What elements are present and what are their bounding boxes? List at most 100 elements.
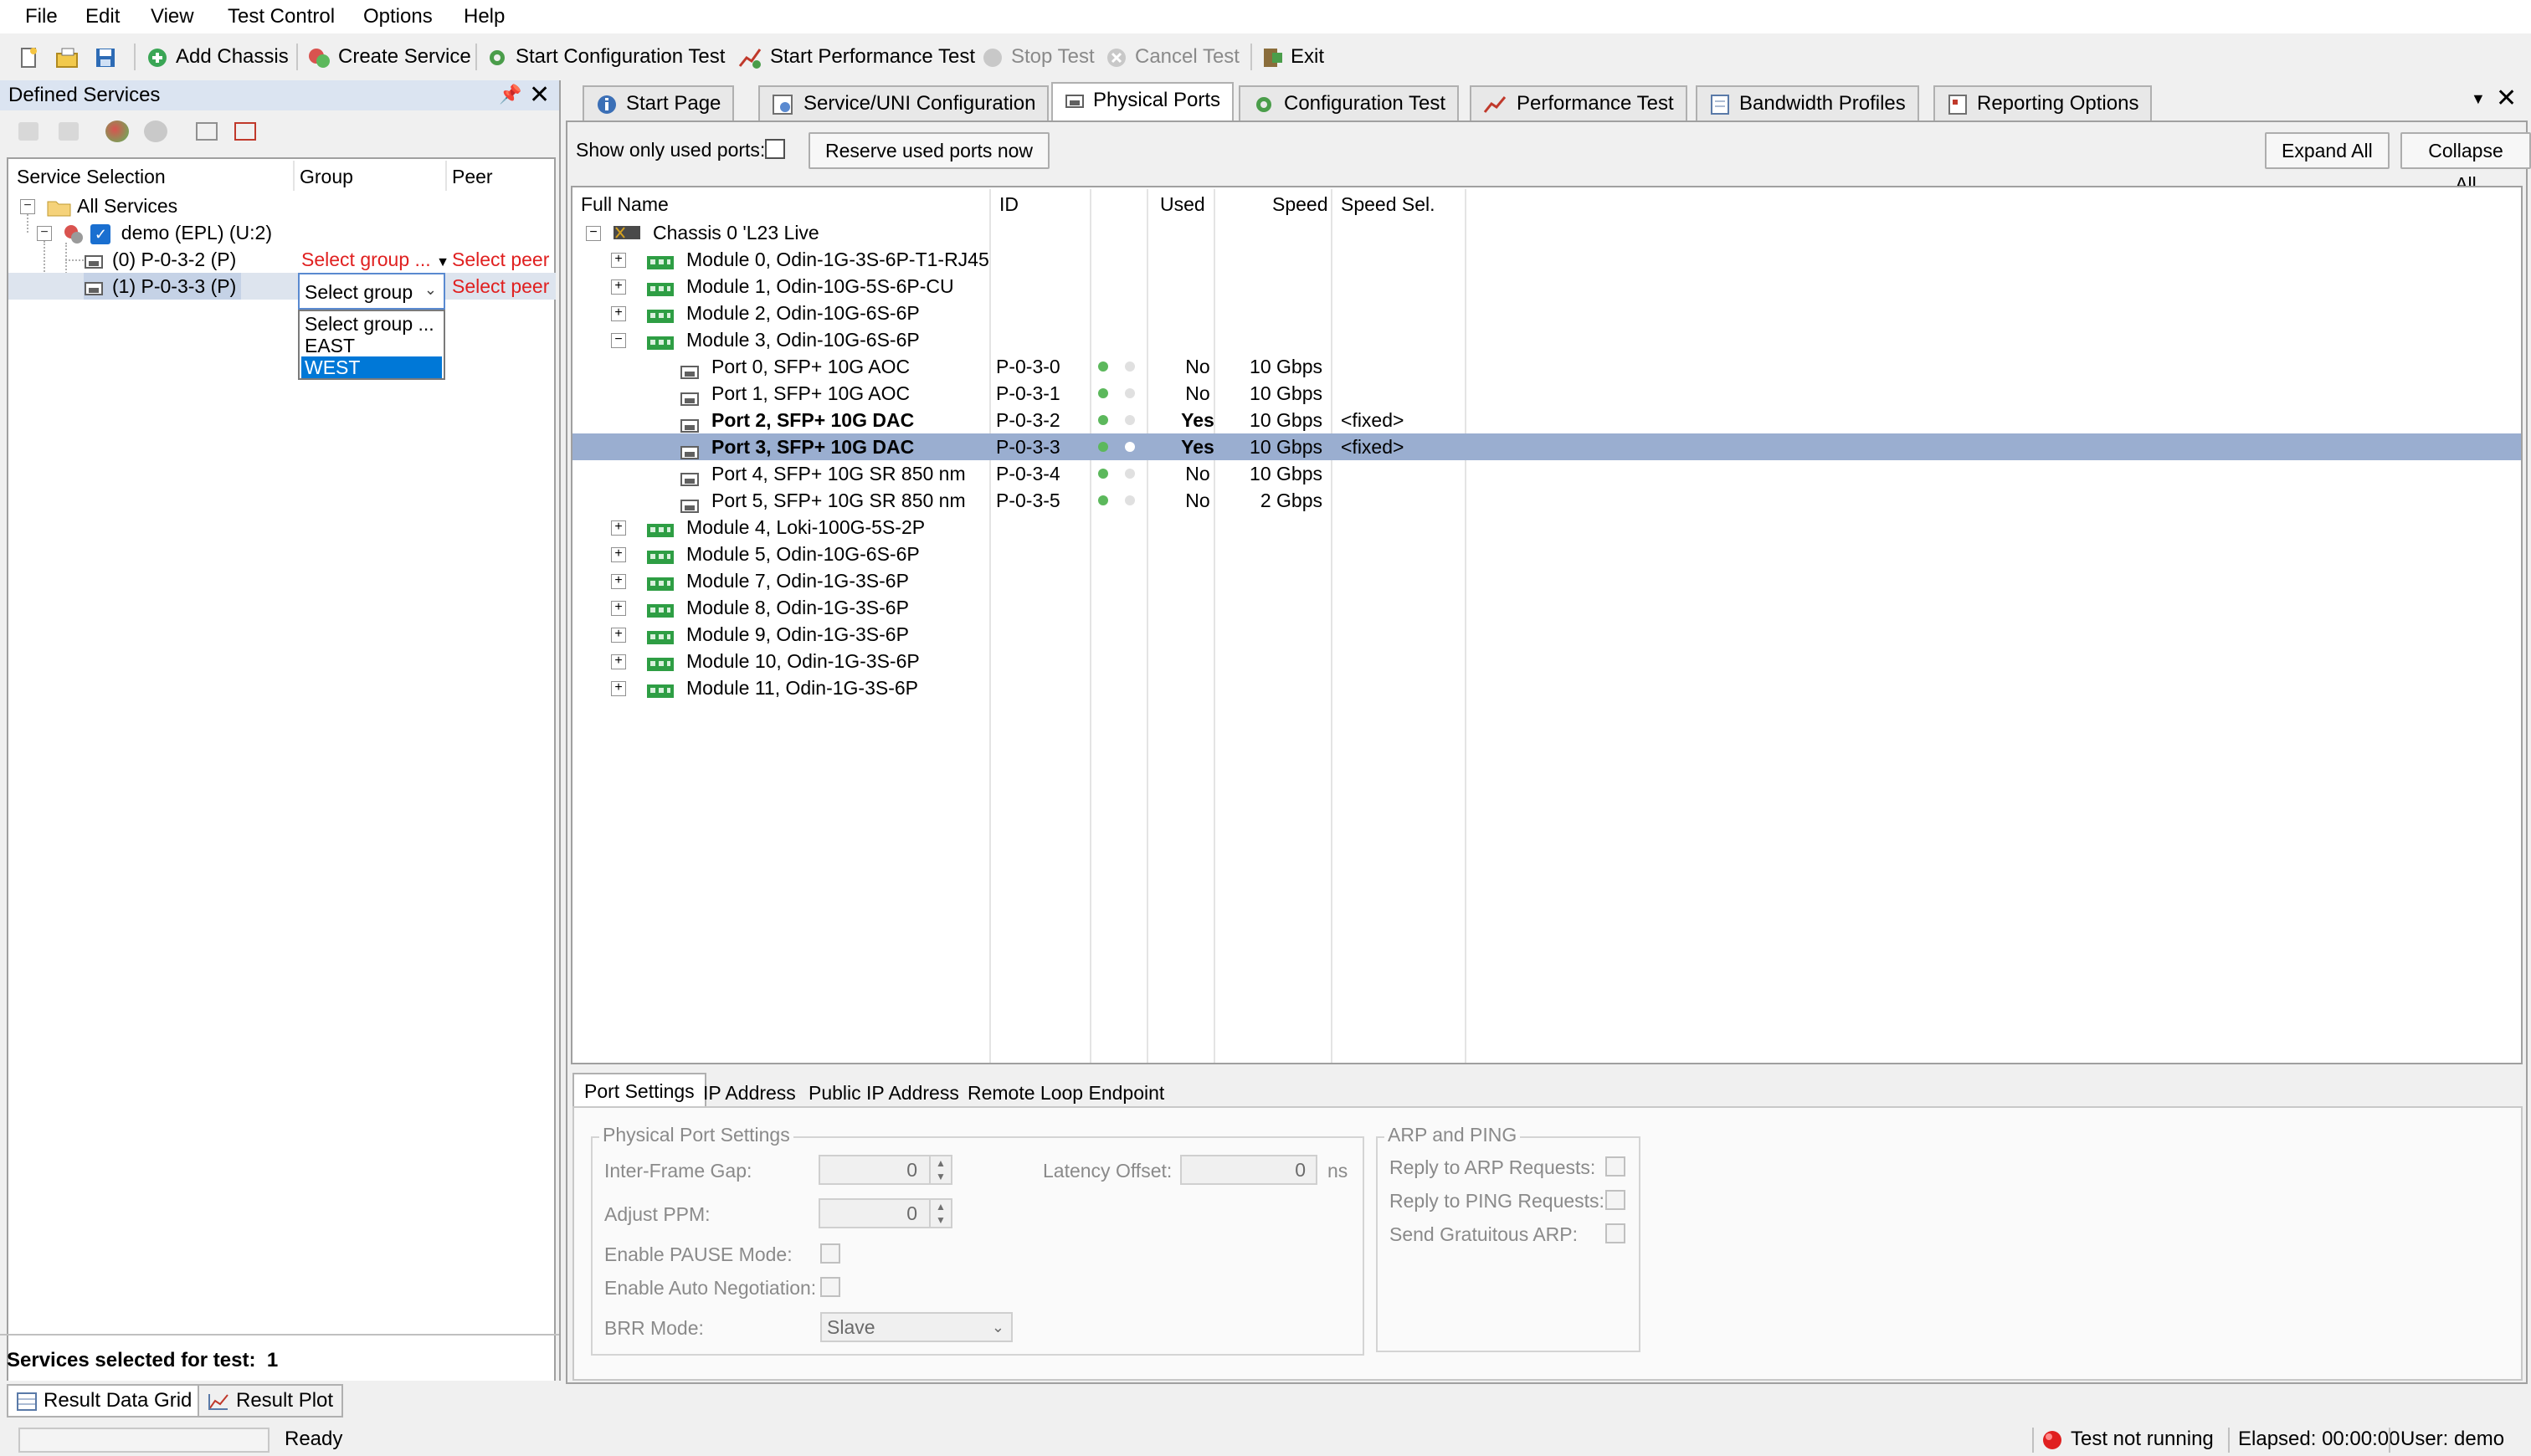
expand-expander[interactable]: + xyxy=(611,681,626,696)
save-button[interactable] xyxy=(94,42,124,72)
menu-file[interactable]: File xyxy=(17,3,66,30)
menu-options[interactable]: Options xyxy=(355,3,441,30)
close-icon[interactable]: ✕ xyxy=(529,80,550,110)
tab-ip-address[interactable]: IP Address xyxy=(693,1076,806,1110)
col-id[interactable]: ID xyxy=(999,191,1019,218)
latency-input[interactable]: 0 xyxy=(1180,1155,1317,1185)
dropdown-option-selected[interactable]: WEST xyxy=(301,356,442,378)
expand-expander[interactable]: + xyxy=(611,306,626,321)
spinner-icon[interactable]: ▲ ▼ xyxy=(929,1200,951,1228)
col-speed-sel[interactable]: Speed Sel. xyxy=(1341,191,1435,218)
stop-test-button[interactable]: Stop Test xyxy=(981,42,1095,72)
table-row-module[interactable]: + Module 10, Odin-1G-3S-6P xyxy=(572,648,2521,674)
tab-overflow-icon[interactable]: ▼ xyxy=(2471,90,2486,108)
tab-result-data-grid[interactable]: Result Data Grid xyxy=(7,1384,203,1418)
expand-expander[interactable]: + xyxy=(611,601,626,616)
table-row-module[interactable]: + Module 11, Odin-1G-3S-6P xyxy=(572,674,2521,701)
table-row-module[interactable]: + Module 7, Odin-1G-3S-6P xyxy=(572,567,2521,594)
add-service-icon[interactable] xyxy=(18,122,39,141)
group-select-port-0[interactable]: Select group ... ▼ xyxy=(301,246,449,273)
menu-test-control[interactable]: Test Control xyxy=(219,3,343,30)
pause-checkbox[interactable] xyxy=(820,1243,840,1264)
tab-reporting-options[interactable]: Reporting Options xyxy=(1933,85,2153,120)
table-row-chassis[interactable]: − Chassis 0 'L23 Live xyxy=(572,219,2521,246)
table-row-port[interactable]: Port 1, SFP+ 10G AOC P-0-3-1 No 10 Gbps xyxy=(572,380,2521,407)
brr-select[interactable]: Slave ⌄ xyxy=(820,1312,1013,1342)
menu-view[interactable]: View xyxy=(142,3,203,30)
dropdown-option[interactable]: EAST xyxy=(301,335,442,356)
expand-expander[interactable]: + xyxy=(611,520,626,536)
peer-select-port-1[interactable]: Select peer ... xyxy=(452,273,556,300)
table-row-module[interactable]: + Module 2, Odin-10G-6S-6P xyxy=(572,300,2521,326)
tab-port-settings[interactable]: Port Settings xyxy=(572,1073,706,1106)
service-disabled-icon[interactable] xyxy=(144,120,167,142)
tab-start-page[interactable]: Start Page xyxy=(583,85,735,120)
gratuitous-checkbox[interactable] xyxy=(1605,1223,1625,1243)
port-unlink-icon[interactable] xyxy=(234,122,256,141)
tab-remote-loop-endpoint[interactable]: Remote Loop Endpoint xyxy=(957,1076,1174,1110)
open-button[interactable] xyxy=(55,42,87,72)
dropdown-option[interactable]: Select group ... xyxy=(301,313,442,335)
pin-icon[interactable]: 📌 xyxy=(499,84,521,105)
cancel-test-button[interactable]: Cancel Test xyxy=(1105,42,1240,72)
table-row-module[interactable]: + Module 8, Odin-1G-3S-6P xyxy=(572,594,2521,621)
service-checkbox[interactable]: ✓ xyxy=(90,223,111,244)
tree-node-port-0[interactable]: (0) P-0-3-2 (P) xyxy=(84,246,236,273)
table-row-module[interactable]: + Module 9, Odin-1G-3S-6P xyxy=(572,621,2521,648)
tab-public-ip-address[interactable]: Public IP Address xyxy=(798,1076,969,1110)
table-row-port[interactable]: Port 3, SFP+ 10G DAC P-0-3-3 Yes 10 Gbps <fi… xyxy=(572,433,2521,460)
service-icon[interactable] xyxy=(105,120,129,142)
reply-ping-checkbox[interactable] xyxy=(1605,1190,1625,1210)
table-row-port[interactable]: Port 2, SFP+ 10G DAC P-0-3-2 Yes 10 Gbps <fi… xyxy=(572,407,2521,433)
ifg-input[interactable]: 0 ▲ ▼ xyxy=(819,1155,952,1185)
tree-node-port-1[interactable]: (1) P-0-3-3 (P) xyxy=(84,273,242,300)
table-row-module[interactable]: − Module 3, Odin-10G-6S-6P xyxy=(572,326,2521,353)
autoneg-checkbox[interactable] xyxy=(820,1277,840,1297)
expand-expander[interactable]: + xyxy=(611,253,626,268)
menu-edit[interactable]: Edit xyxy=(77,3,128,30)
new-file-button[interactable] xyxy=(17,42,47,72)
tab-physical-ports[interactable]: Physical Ports xyxy=(1051,82,1235,120)
table-row-module[interactable]: + Module 4, Loki-100G-5S-2P xyxy=(572,514,2521,541)
tree-node-service[interactable]: ✓ demo (EPL) (U:2) xyxy=(62,219,272,246)
create-service-button[interactable]: Create Service xyxy=(306,42,471,72)
col-used[interactable]: Used xyxy=(1160,191,1205,218)
ppm-input[interactable]: 0 ▲ ▼ xyxy=(819,1198,952,1228)
show-used-checkbox[interactable] xyxy=(765,139,785,159)
table-row-module[interactable]: + Module 5, Odin-10G-6S-6P xyxy=(572,541,2521,567)
collapse-all-button[interactable]: Collapse All xyxy=(2400,132,2531,195)
reply-arp-checkbox[interactable] xyxy=(1605,1156,1625,1177)
expand-expander[interactable]: + xyxy=(611,628,626,643)
close-icon[interactable]: ✕ xyxy=(2496,84,2517,113)
exit-button[interactable]: Exit xyxy=(1260,42,1324,72)
table-row-module[interactable]: + Module 0, Odin-1G-3S-6P-T1-RJ45 xyxy=(572,246,2521,273)
expand-expander[interactable]: + xyxy=(611,574,626,589)
table-row-port[interactable]: Port 4, SFP+ 10G SR 850 nm P-0-3-4 No 10 Gb… xyxy=(572,460,2521,487)
tab-result-plot[interactable]: Result Plot xyxy=(198,1384,344,1418)
col-full-name[interactable]: Full Name xyxy=(581,191,669,218)
col-speed[interactable]: Speed xyxy=(1272,191,1328,218)
tab-bandwidth-profiles[interactable]: Bandwidth Profiles xyxy=(1696,85,1919,120)
menu-help[interactable]: Help xyxy=(455,3,513,30)
reserve-ports-button[interactable]: Reserve used ports now xyxy=(809,132,1050,169)
expand-expander[interactable]: − xyxy=(611,333,626,348)
spinner-icon[interactable]: ▲ ▼ xyxy=(929,1156,951,1185)
start-perf-test-button[interactable]: Start Performance Test xyxy=(738,42,975,72)
add-chassis-button[interactable]: Add Chassis xyxy=(146,42,289,72)
peer-select-port-0[interactable]: Select peer ... xyxy=(452,246,556,273)
col-group[interactable]: Group xyxy=(300,164,353,189)
tab-configuration-test[interactable]: Configuration Test xyxy=(1239,85,1460,120)
col-peer[interactable]: Peer xyxy=(452,164,493,189)
port-link-icon[interactable] xyxy=(196,122,218,141)
table-row-port[interactable]: Port 0, SFP+ 10G AOC P-0-3-0 No 10 Gbps xyxy=(572,353,2521,380)
tab-performance-test[interactable]: Performance Test xyxy=(1470,85,1687,120)
expand-expander[interactable]: + xyxy=(611,654,626,669)
expand-expander[interactable]: + xyxy=(611,279,626,295)
group-dropdown[interactable]: Select group ⌄ xyxy=(298,273,445,310)
col-service-selection[interactable]: Service Selection xyxy=(17,164,166,189)
tree-node-all-services[interactable]: All Services xyxy=(47,192,177,219)
expand-all-button[interactable]: Expand All xyxy=(2265,132,2390,169)
collapse-expander[interactable]: − xyxy=(586,226,601,241)
tab-service-uni-config[interactable]: Service/UNI Configuration xyxy=(758,85,1050,120)
table-row-port[interactable]: Port 5, SFP+ 10G SR 850 nm P-0-3-5 No 2 Gbp… xyxy=(572,487,2521,514)
